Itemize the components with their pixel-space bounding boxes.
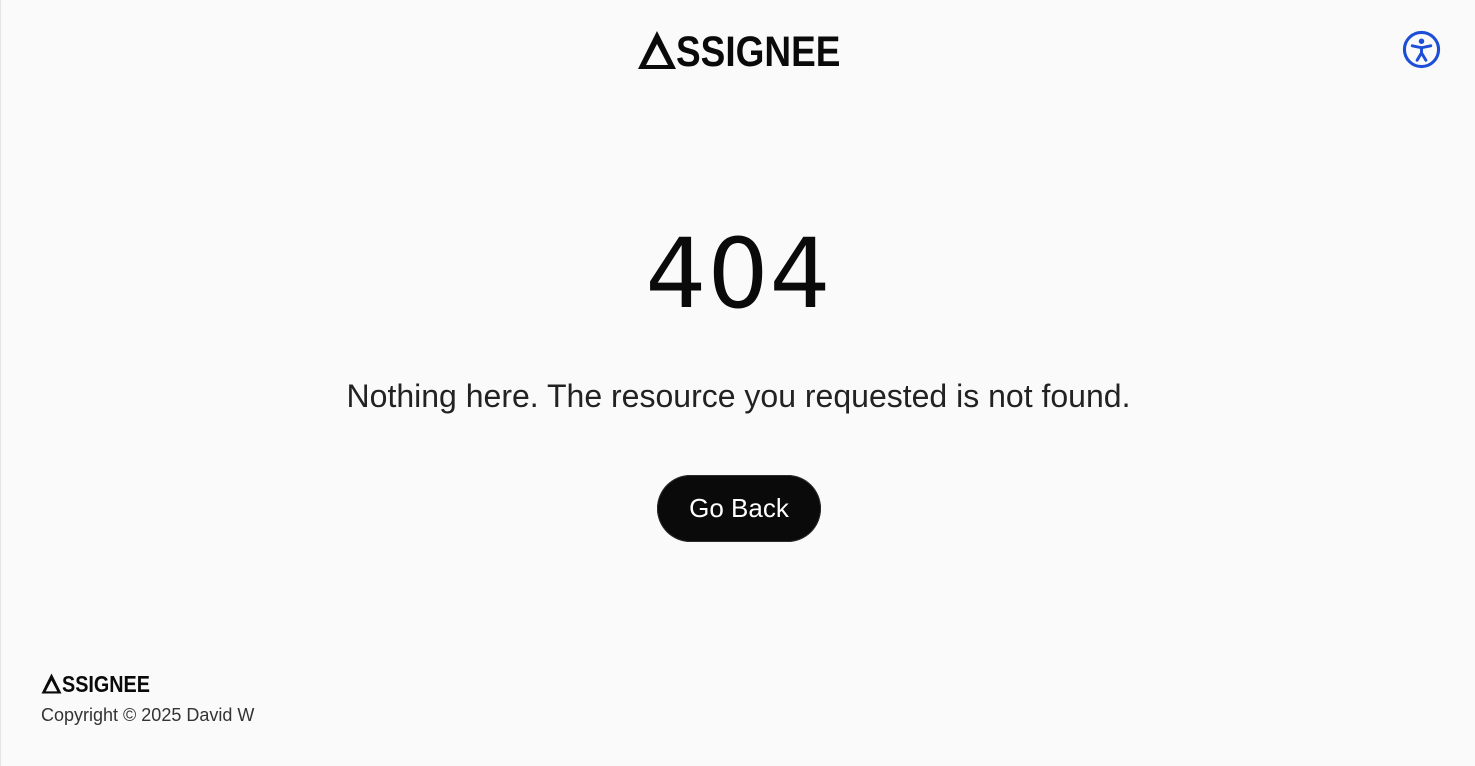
accessibility-button[interactable]	[1402, 30, 1441, 69]
go-back-button[interactable]: Go Back	[657, 475, 821, 542]
footer-logo-triangle-icon	[41, 673, 62, 694]
accessibility-icon	[1402, 30, 1441, 69]
footer-logo-text: SSIGNEE	[62, 671, 150, 697]
error-code: 404	[645, 218, 832, 330]
error-message: Nothing here. The resource you requested…	[346, 378, 1131, 414]
copyright-text: Copyright © 2025 David W	[41, 705, 255, 725]
footer-logo[interactable]: SSIGNEE	[41, 671, 164, 697]
header-logo-text: SSIGNEE	[676, 28, 841, 76]
header-logo[interactable]: SSIGNEE	[637, 28, 867, 76]
logo-triangle-icon	[638, 31, 676, 69]
